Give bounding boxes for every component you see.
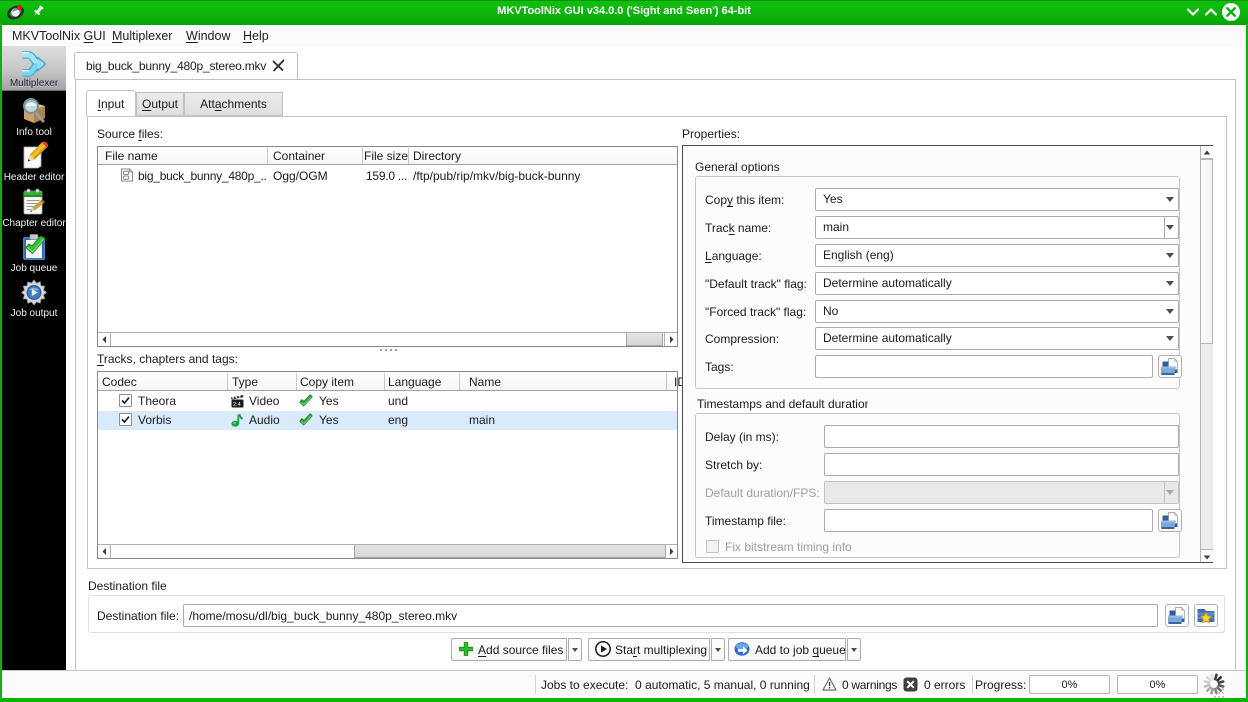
svg-text:2:4: 2:4 bbox=[233, 402, 241, 408]
